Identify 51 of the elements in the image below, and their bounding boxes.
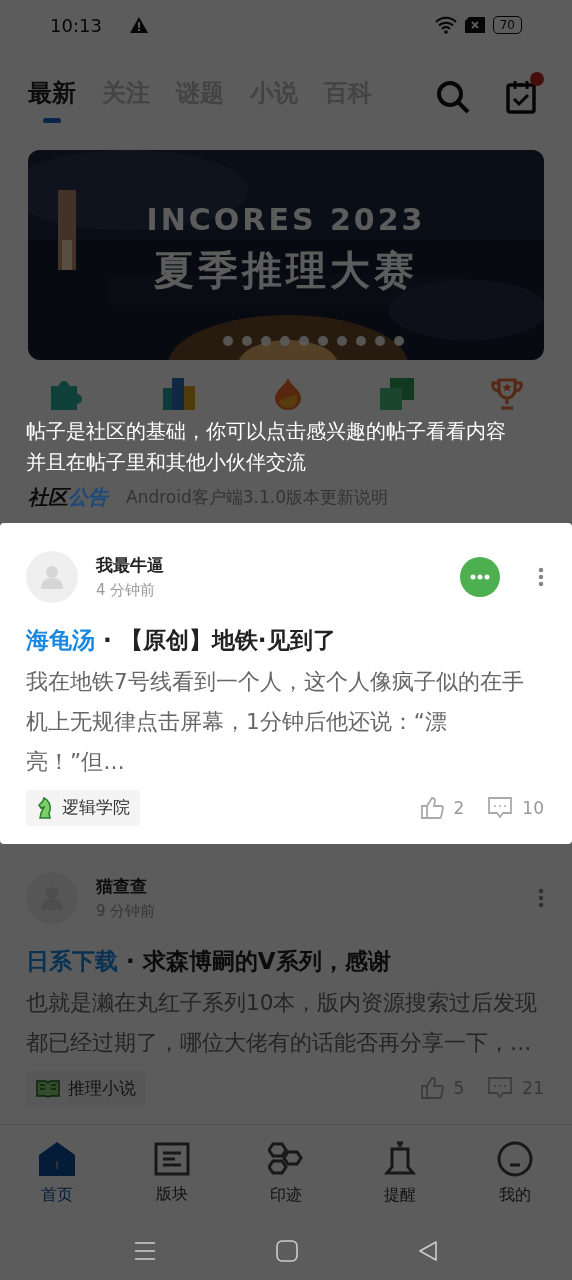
wifi-icon [434,16,457,34]
nav-tab[interactable]: 印迹 [245,1140,326,1206]
guide-text: 帖子是社区的基础，你可以点击感兴趣的帖子看看内容 并且在帖子里和其他小伙伴交流 [25,418,507,476]
sim-icon [464,17,485,33]
more-icon[interactable] [538,566,544,587]
thumbs-up-icon[interactable] [419,795,444,820]
announcement-label: 社区公告 [28,483,108,511]
banner-subtitle: 夏季推理大赛 [154,246,418,295]
knight-icon [36,795,54,820]
nav-tab[interactable]: 版块 [131,1141,212,1205]
back-icon[interactable] [418,1239,438,1262]
status-time: 10:13 [50,14,102,36]
battery-indicator: 70 [492,16,522,34]
puzzle-icon[interactable] [48,378,85,410]
post-excerpt: 我在地铁7号线看到一个人，这个人像疯子似的在手机上无规律点击屏幕，1分钟后他还说：“漂亮！”但… [26,667,525,776]
chat-button[interactable] [460,556,500,597]
board-tag[interactable]: 逻辑学院 [26,789,140,826]
squares-icon[interactable] [380,378,415,410]
flame-icon[interactable] [272,378,303,410]
book-icon [36,1078,60,1099]
comment-icon[interactable] [488,1077,513,1100]
bar-chart-icon[interactable] [161,378,196,410]
trophy-icon[interactable] [491,378,524,410]
checklist-icon[interactable] [506,71,544,114]
post-time: 4 分钟前 [96,580,157,600]
thumbs-up-icon[interactable] [419,1076,444,1101]
author-name: 猫查查 [96,874,148,898]
nav-tab[interactable]: 我的 [474,1140,555,1206]
banner-title: INCORES 2023 [146,202,426,237]
board-icon [153,1141,190,1176]
warning-icon [129,17,148,33]
nav-tab[interactable]: 提醒 [360,1140,441,1206]
category-tab[interactable]: 最新 [28,60,76,125]
home-icon [38,1140,77,1177]
comment-count: 10 [522,797,544,818]
home-button-icon[interactable] [276,1239,298,1262]
menu-icon[interactable] [134,1240,156,1261]
like-count: 2 [453,797,465,818]
bell-icon [384,1140,417,1177]
nav-tab[interactable]: 首页 [17,1140,98,1206]
post-card[interactable]: 我最牛逼 4 分钟前 海龟汤 · 【原创】地铁·见到了 我在地铁7号线看到一个人，这个人像疯子似的在手机上无规律点击屏幕，1分钟后他还说：“漂亮！”但… 逻辑学院 2 10 [0,522,572,844]
board-tag[interactable]: 推理小说 [26,1070,146,1106]
hexagons-icon [267,1140,304,1177]
promo-banner[interactable]: INCORES 2023 夏季推理大赛 [28,150,544,360]
author-name: 我最牛逼 [96,553,165,577]
profile-icon [496,1140,533,1177]
post-title[interactable]: 日系下载 · 求森博嗣的V系列，感谢 [26,945,544,977]
post-title[interactable]: 海龟汤 · 【原创】地铁·见到了 [26,624,544,656]
more-icon[interactable] [538,887,544,908]
comment-icon[interactable] [488,796,513,819]
ellipsis-icon [470,573,490,580]
